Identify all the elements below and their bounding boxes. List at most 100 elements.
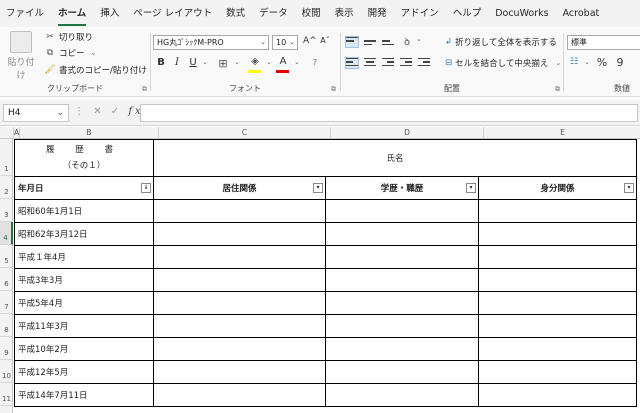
data-cell[interactable] — [478, 268, 637, 292]
decrease-indent-icon[interactable] — [400, 58, 412, 68]
date-cell[interactable]: 昭和60年1月1日 — [14, 199, 154, 223]
data-cell[interactable] — [325, 337, 479, 361]
formula-input[interactable] — [140, 104, 638, 122]
data-cell[interactable] — [325, 199, 479, 223]
data-cell[interactable] — [325, 268, 479, 292]
tab-4[interactable]: 数式 — [226, 5, 245, 23]
paste-button[interactable]: 貼り付け — [6, 31, 36, 81]
data-cell[interactable] — [153, 360, 326, 384]
data-cell[interactable] — [325, 291, 479, 315]
borders-icon[interactable]: ⊞ — [217, 57, 229, 70]
font-size-select[interactable]: 10 ⌄ — [272, 35, 298, 50]
row-header-11[interactable]: 11 — [0, 383, 13, 406]
header-cell-1[interactable]: 居住関係 ▾ — [153, 176, 326, 200]
header-cell-3[interactable]: 身分関係 ▾ — [478, 176, 637, 200]
bold-button[interactable]: B — [155, 57, 167, 68]
tab-1[interactable]: ホーム — [58, 5, 87, 26]
data-cell[interactable] — [325, 222, 479, 246]
data-cell[interactable] — [325, 360, 479, 384]
row-header-6[interactable]: 6 — [0, 268, 13, 291]
data-cell[interactable] — [153, 314, 326, 338]
shrink-font-button[interactable]: Aˇ — [319, 36, 331, 45]
data-cell[interactable] — [153, 383, 326, 407]
cancel-icon[interactable]: ✕ — [93, 106, 104, 117]
data-cell[interactable] — [153, 222, 326, 246]
chevron-down-icon[interactable]: ⌄ — [231, 58, 243, 66]
tab-11[interactable]: DocuWorks — [495, 5, 548, 23]
chevron-down-icon[interactable]: ⌄ — [291, 58, 303, 66]
name-header-cell[interactable]: 氏名 — [153, 139, 637, 177]
tab-8[interactable]: 開発 — [368, 5, 387, 23]
grow-font-button[interactable]: A^ — [303, 36, 317, 46]
copy-button[interactable]: ⧉ コピー ⌄ — [44, 47, 97, 59]
align-right-icon[interactable] — [382, 58, 394, 68]
tab-0[interactable]: ファイル — [6, 5, 44, 23]
align-left-icon[interactable] — [345, 57, 359, 69]
row-header-8[interactable]: 8 — [0, 314, 13, 337]
copy-dropdown-icon[interactable]: ⌄ — [91, 49, 97, 57]
row-header-9[interactable]: 9 — [0, 337, 13, 360]
data-cell[interactable] — [478, 383, 637, 407]
alignment-dialog-launcher-icon[interactable]: ⧉ — [555, 85, 560, 94]
wrap-text-button[interactable]: ↲ 折り返して全体を表示する — [445, 36, 557, 48]
fill-color-icon[interactable]: ◈ — [249, 56, 261, 67]
date-cell[interactable]: 平成12年5月 — [14, 360, 154, 384]
worksheet-grid[interactable]: 履 歴 書 （その１） 氏名 年月日 ↓ 居住関係 ▾ 学歴・職歴 ▾ 身分関係 ▾ 昭和60… — [14, 139, 640, 413]
percent-button[interactable]: % — [596, 56, 608, 69]
header-cell-0[interactable]: 年月日 ↓ — [14, 176, 154, 200]
chevron-down-icon[interactable]: ⌄ — [555, 59, 561, 67]
data-cell[interactable] — [478, 199, 637, 223]
filter-dropdown-icon[interactable]: ▾ — [466, 183, 476, 193]
font-dialog-launcher-icon[interactable]: ⧉ — [331, 85, 336, 94]
row-header-7[interactable]: 7 — [0, 291, 13, 314]
bottom-align-icon[interactable] — [382, 37, 394, 47]
data-cell[interactable] — [478, 222, 637, 246]
column-header-e[interactable]: E — [484, 127, 640, 139]
tab-5[interactable]: データ — [259, 5, 288, 23]
data-cell[interactable] — [478, 245, 637, 269]
date-cell[interactable]: 平成3年3月 — [14, 268, 154, 292]
row-header-3[interactable]: 3 — [0, 199, 13, 222]
font-name-select[interactable]: HG丸ｺﾞｼｯｸM-PRO ⌄ — [153, 35, 269, 50]
font-color-icon[interactable]: A — [277, 56, 289, 67]
orientation-icon[interactable]: ꝺ — [401, 34, 413, 48]
column-header-c[interactable]: C — [159, 127, 331, 139]
row-header-2[interactable]: 2 — [0, 176, 13, 199]
tab-3[interactable]: ページ レイアウト — [133, 5, 212, 23]
select-all-corner[interactable] — [0, 127, 14, 139]
row-header-10[interactable]: 10 — [0, 360, 13, 383]
chevron-down-icon[interactable]: ⌄ — [413, 35, 425, 43]
tab-9[interactable]: アドイン — [401, 5, 439, 23]
clipboard-dialog-launcher-icon[interactable]: ⧉ — [142, 85, 147, 94]
tab-6[interactable]: 校閲 — [302, 5, 321, 23]
chevron-down-icon[interactable]: ⌄ — [199, 58, 211, 66]
tab-2[interactable]: 挿入 — [100, 5, 119, 23]
date-cell[interactable]: 平成14年7月11日 — [14, 383, 154, 407]
data-cell[interactable] — [478, 337, 637, 361]
row-header-4[interactable]: 4 — [0, 222, 13, 245]
date-cell[interactable]: 平成11年3月 — [14, 314, 154, 338]
date-cell[interactable]: 平成5年4月 — [14, 291, 154, 315]
filter-dropdown-icon[interactable]: ↓ — [141, 183, 151, 193]
tab-7[interactable]: 表示 — [335, 5, 354, 23]
data-cell[interactable] — [153, 245, 326, 269]
data-cell[interactable] — [478, 291, 637, 315]
title-cell[interactable]: 履 歴 書 （その１） — [14, 139, 154, 177]
filter-dropdown-icon[interactable]: ▾ — [313, 183, 323, 193]
data-cell[interactable] — [478, 360, 637, 384]
chevron-down-icon[interactable]: ⌄ — [263, 58, 275, 66]
align-center-icon[interactable] — [364, 58, 376, 68]
data-cell[interactable] — [325, 245, 479, 269]
chevron-down-icon[interactable]: ⌄ — [581, 58, 593, 66]
italic-button[interactable]: I — [171, 57, 183, 68]
top-align-icon[interactable] — [345, 36, 359, 48]
data-cell[interactable] — [325, 314, 479, 338]
data-cell[interactable] — [153, 199, 326, 223]
name-box[interactable]: H4 ⌄ — [3, 104, 69, 122]
date-cell[interactable]: 平成１年4月 — [14, 245, 154, 269]
enter-check-icon[interactable]: ✓ — [111, 106, 122, 117]
filter-dropdown-icon[interactable]: ▾ — [624, 183, 634, 193]
date-cell[interactable]: 昭和62年3月12日 — [14, 222, 154, 246]
middle-align-icon[interactable] — [364, 37, 376, 47]
cut-button[interactable]: ✂ 切り取り — [44, 31, 93, 43]
